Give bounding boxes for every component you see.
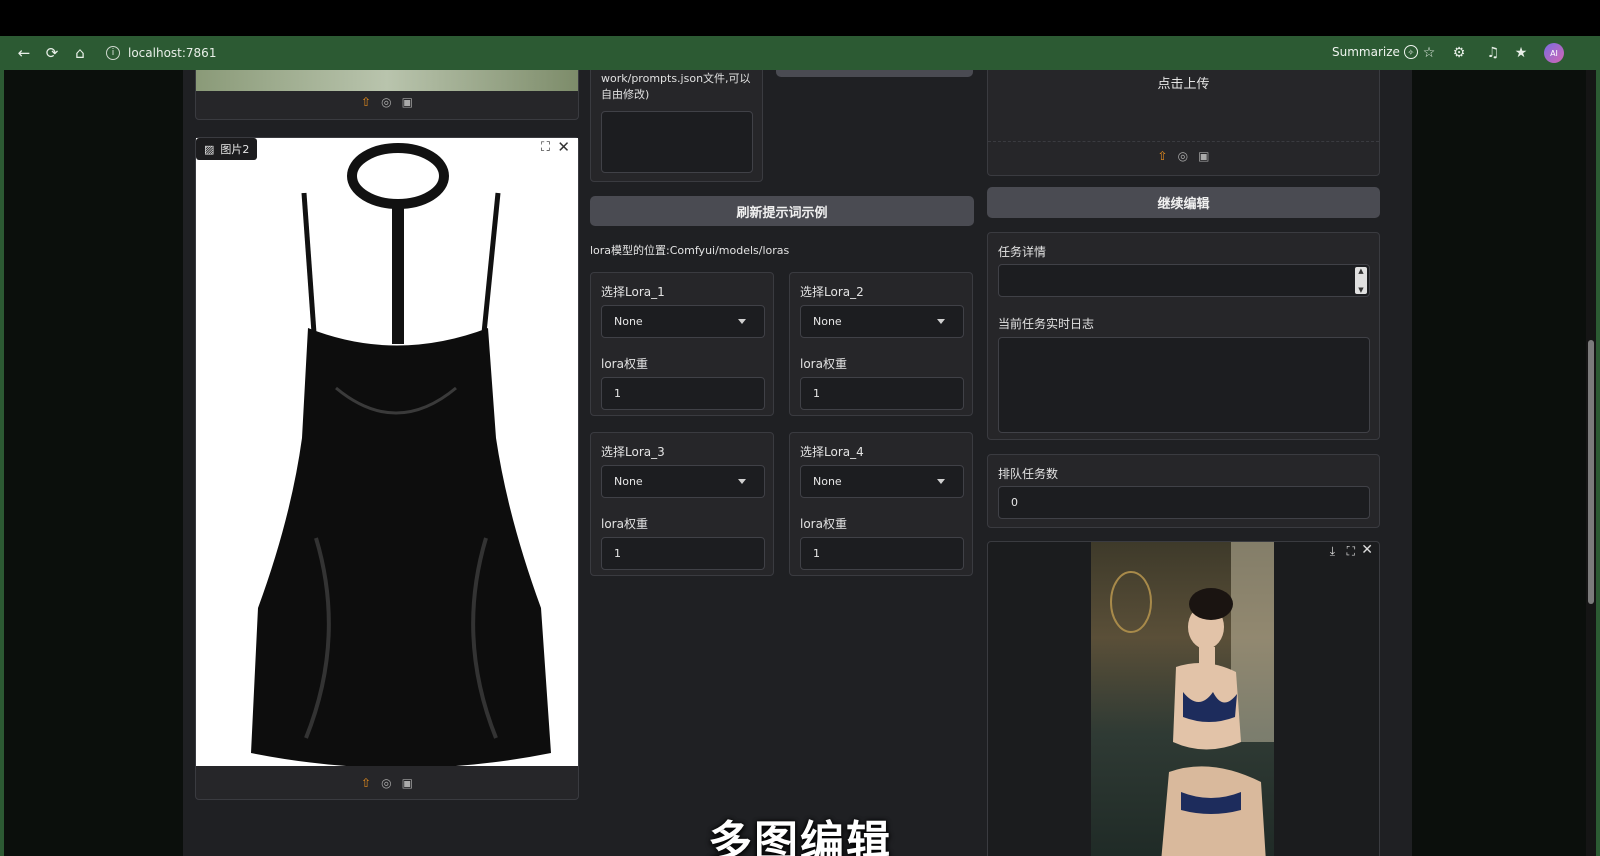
output-image-panel: ⤓ ⛶ ✕ bbox=[987, 541, 1380, 856]
summarize-button[interactable]: Summarize ✧ bbox=[1332, 45, 1418, 59]
lora4-selected-value: None bbox=[813, 475, 842, 488]
page-scrollbar[interactable] bbox=[1586, 70, 1596, 856]
queue-panel: 排队任务数 0 bbox=[987, 454, 1380, 528]
task-status-panel: 任务详情 ▲ ▼ 当前任务实时日志 bbox=[987, 232, 1380, 440]
lora1-select[interactable]: None bbox=[601, 305, 765, 338]
task-details-label: 任务详情 bbox=[998, 245, 1047, 259]
chevron-down-icon bbox=[937, 319, 945, 324]
queue-label: 排队任务数 bbox=[998, 467, 1059, 481]
upload-icon[interactable]: ⇧ bbox=[1158, 149, 1168, 163]
lora2-select[interactable]: None bbox=[800, 305, 964, 338]
fullscreen-icon[interactable]: ⛶ bbox=[541, 140, 550, 155]
image2-panel: ▨ 图片2 ⛶ ✕ ⇧ ◎ ▣ bbox=[195, 137, 579, 800]
lora4-panel: 选择Lora_4 None lora权重 1 bbox=[789, 432, 973, 576]
lora4-select-label: 选择Lora_4 bbox=[800, 445, 864, 459]
lora1-weight-label: lora权重 bbox=[601, 357, 648, 371]
task-details-scroll[interactable]: ▲ ▼ bbox=[1355, 267, 1367, 294]
upload-text: 点击上传 bbox=[1157, 77, 1210, 92]
top-button-fragment[interactable] bbox=[776, 70, 973, 77]
home-icon[interactable]: ⌂ bbox=[66, 39, 94, 67]
image1-panel: ⇧ ◎ ▣ bbox=[195, 70, 579, 120]
address-bar[interactable]: i localhost:7861 bbox=[100, 41, 1300, 65]
prompt-hint-text: work/prompts.json文件,可以自由修改) bbox=[601, 72, 751, 101]
scrollbar-thumb[interactable] bbox=[1588, 340, 1594, 604]
log-textarea[interactable] bbox=[998, 337, 1370, 433]
lora1-select-label: 选择Lora_1 bbox=[601, 285, 665, 299]
profile-avatar[interactable]: AI bbox=[1544, 43, 1564, 63]
gradio-app: ⇧ ◎ ▣ ▨ 图片2 ⛶ ✕ ⇧ ◎ ▣ work/prompts.json文… bbox=[183, 70, 1412, 856]
lora3-selected-value: None bbox=[614, 475, 643, 488]
chevron-down-icon bbox=[738, 479, 746, 484]
upload-divider bbox=[988, 141, 1379, 142]
prompt-textarea[interactable] bbox=[601, 111, 753, 173]
scroll-down-icon[interactable]: ▼ bbox=[1358, 286, 1363, 294]
upload-icon[interactable]: ⇧ bbox=[361, 776, 371, 790]
video-subtitle: 多图编辑 bbox=[708, 817, 892, 856]
upload-panel[interactable]: 点击上传 ⇧ ◎ ▣ bbox=[987, 70, 1380, 176]
lora3-weight-label: lora权重 bbox=[601, 517, 648, 531]
lora2-panel: 选择Lora_2 None lora权重 1 bbox=[789, 272, 973, 416]
prompt-hint-panel: work/prompts.json文件,可以自由修改) bbox=[590, 70, 763, 182]
webcam-icon[interactable]: ◎ bbox=[381, 95, 391, 109]
lora2-weight-label: lora权重 bbox=[800, 357, 847, 371]
clipboard-icon[interactable]: ▣ bbox=[402, 95, 413, 109]
upload-icon[interactable]: ⇧ bbox=[361, 95, 371, 109]
summarize-label: Summarize bbox=[1332, 45, 1400, 59]
dress-image bbox=[251, 143, 551, 768]
lora4-select[interactable]: None bbox=[800, 465, 964, 498]
lora1-panel: 选择Lora_1 None lora权重 1 bbox=[590, 272, 774, 416]
clipboard-icon[interactable]: ▣ bbox=[402, 776, 413, 790]
download-icon[interactable]: ⤓ bbox=[1330, 544, 1335, 559]
lora1-selected-value: None bbox=[614, 315, 643, 328]
clipboard-icon[interactable]: ▣ bbox=[1198, 149, 1209, 163]
favorites-icon[interactable]: ★ bbox=[1510, 42, 1532, 64]
video-letterbox bbox=[0, 0, 1600, 36]
task-details-field[interactable]: ▲ ▼ bbox=[998, 264, 1370, 297]
lora4-weight-label: lora权重 bbox=[800, 517, 847, 531]
close-icon[interactable]: ✕ bbox=[1361, 542, 1373, 558]
site-info-icon[interactable]: i bbox=[106, 46, 120, 60]
lora2-selected-value: None bbox=[813, 315, 842, 328]
lora1-weight-input[interactable]: 1 bbox=[601, 377, 765, 410]
lora-path-text: lora模型的位置:Comfyui/models/loras bbox=[590, 244, 790, 257]
lora3-weight-input[interactable]: 1 bbox=[601, 537, 765, 570]
chevron-down-icon bbox=[738, 319, 746, 324]
log-label: 当前任务实时日志 bbox=[998, 317, 1095, 331]
media-icon[interactable]: ♫ bbox=[1482, 42, 1504, 64]
webcam-icon[interactable]: ◎ bbox=[381, 776, 391, 790]
fullscreen-icon[interactable]: ⛶ bbox=[1347, 544, 1355, 559]
image1-preview bbox=[196, 70, 578, 91]
chevron-down-icon bbox=[937, 479, 945, 484]
output-image bbox=[1091, 542, 1274, 856]
lora3-select[interactable]: None bbox=[601, 465, 765, 498]
image2-label: 图片2 bbox=[220, 143, 250, 156]
upload-toolbar: ⇧ ◎ ▣ bbox=[988, 149, 1379, 163]
webcam-icon[interactable]: ◎ bbox=[1178, 149, 1188, 163]
refresh-icon[interactable]: ⟳ bbox=[38, 39, 66, 67]
lora3-select-label: 选择Lora_3 bbox=[601, 445, 665, 459]
continue-edit-button[interactable]: 继续编辑 bbox=[987, 187, 1380, 218]
queue-count-field[interactable]: 0 bbox=[998, 486, 1370, 519]
image1-toolbar: ⇧ ◎ ▣ bbox=[196, 95, 578, 109]
refresh-prompts-button[interactable]: 刷新提示词示例 bbox=[590, 196, 974, 226]
lora4-weight-input[interactable]: 1 bbox=[800, 537, 964, 570]
lora3-panel: 选择Lora_3 None lora权重 1 bbox=[590, 432, 774, 576]
image2-toolbar: ⇧ ◎ ▣ bbox=[196, 776, 578, 790]
page-viewport: ⇧ ◎ ▣ ▨ 图片2 ⛶ ✕ ⇧ ◎ ▣ work/prompts.json文… bbox=[0, 70, 1600, 856]
lora2-select-label: 选择Lora_2 bbox=[800, 285, 864, 299]
portrait-image bbox=[1110, 542, 1274, 856]
back-icon[interactable]: ← bbox=[10, 39, 38, 67]
favorite-star-icon[interactable]: ☆ bbox=[1418, 42, 1440, 64]
scroll-up-icon[interactable]: ▲ bbox=[1358, 267, 1363, 275]
lora2-weight-input[interactable]: 1 bbox=[800, 377, 964, 410]
copilot-icon: ✧ bbox=[1403, 45, 1418, 59]
url-text: localhost:7861 bbox=[128, 46, 217, 60]
close-icon[interactable]: ✕ bbox=[557, 138, 570, 156]
image2-label-tag: ▨ 图片2 bbox=[196, 138, 258, 160]
image2-preview bbox=[196, 138, 578, 768]
image-icon: ▨ bbox=[204, 142, 215, 156]
extensions-icon[interactable]: ⚙ bbox=[1448, 42, 1470, 64]
